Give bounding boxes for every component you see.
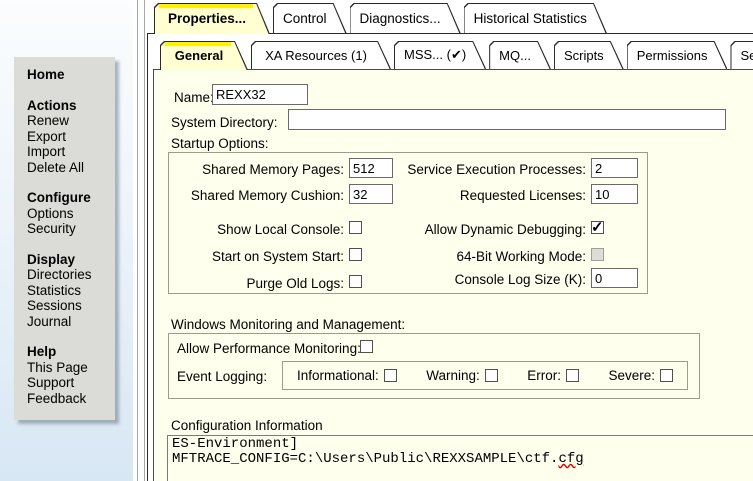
sidebar-item-security[interactable]: Security xyxy=(27,221,113,237)
allow-dynamic-debugging-label: Allow Dynamic Debugging: xyxy=(392,222,586,237)
start-on-system-start-label: Start on System Start: xyxy=(168,249,344,264)
sidebar-item-home[interactable]: Home xyxy=(27,67,113,83)
event-level-severe: Severe: xyxy=(608,368,673,383)
sidebar-item-export[interactable]: Export xyxy=(27,129,113,145)
informational-label: Informational: xyxy=(297,368,379,383)
tab-security[interactable]: Security xyxy=(730,41,753,69)
selected-tab-highlight xyxy=(165,42,231,46)
sidebar-item-renew[interactable]: Renew xyxy=(27,113,113,129)
sidebar-item-delete-all[interactable]: Delete All xyxy=(27,160,113,176)
sidebar-header-configure: Configure xyxy=(27,190,113,206)
error-label: Error: xyxy=(527,368,561,383)
tab-historical-statistics[interactable]: Historical Statistics xyxy=(464,3,607,33)
sidebar-item-feedback[interactable]: Feedback xyxy=(27,391,113,407)
service-execution-processes-label: Service Execution Processes: xyxy=(392,162,586,177)
system-directory-label: System Directory: xyxy=(171,115,278,130)
sidebar-item-options[interactable]: Options xyxy=(27,206,113,222)
tab-diagnostics[interactable]: Diagnostics... xyxy=(350,3,461,33)
sidebar-header-display: Display xyxy=(27,252,113,268)
warning-checkbox[interactable] xyxy=(485,369,498,382)
tab-permissions-label: Permissions xyxy=(637,48,708,63)
shared-memory-cushion-label: Shared Memory Cushion: xyxy=(168,188,344,203)
shared-memory-pages-input[interactable] xyxy=(349,158,393,178)
error-checkbox[interactable] xyxy=(566,369,579,382)
severe-checkbox[interactable] xyxy=(660,369,673,382)
service-execution-processes-input[interactable] xyxy=(591,158,638,178)
console-log-size-input[interactable] xyxy=(591,268,638,288)
shared-memory-cushion-input[interactable] xyxy=(349,184,393,204)
tab-diagnostics-label: Diagnostics... xyxy=(360,11,441,26)
severe-label: Severe: xyxy=(608,368,655,383)
name-input[interactable] xyxy=(212,84,308,105)
page: Home Actions Renew Export Import Delete … xyxy=(0,0,753,481)
sidebar-item-support[interactable]: Support xyxy=(27,375,113,391)
sidebar-item-directories[interactable]: Directories xyxy=(27,267,113,283)
selected-tab-highlight xyxy=(159,4,253,8)
sidebar-header-help: Help xyxy=(27,344,113,360)
start-on-system-start-checkbox[interactable] xyxy=(349,248,362,261)
sidebar-item-import[interactable]: Import xyxy=(27,144,113,160)
informational-checkbox[interactable] xyxy=(384,369,397,382)
config-line-text: MFTRACE_CONFIG=C:\Users\Public\REXXSAMPL… xyxy=(172,451,558,467)
event-level-warning: Warning: xyxy=(426,368,498,383)
allow-performance-monitoring-label: Allow Performance Monitoring: xyxy=(177,341,361,356)
sidebar-item-this-page[interactable]: This Page xyxy=(27,360,113,376)
show-local-console-label: Show Local Console: xyxy=(168,222,344,237)
config-misspelled-word: cfg xyxy=(558,451,583,467)
tab-general-label: General xyxy=(175,48,223,63)
startup-options-label: Startup Options: xyxy=(171,136,269,151)
tab-mss-label: MSS... (✔) xyxy=(404,47,466,63)
sidebar-item-journal[interactable]: Journal xyxy=(27,314,113,330)
sidebar-item-sessions[interactable]: Sessions xyxy=(27,298,113,314)
sidebar-item-statistics[interactable]: Statistics xyxy=(27,283,113,299)
name-label: Name: xyxy=(174,90,214,105)
allow-performance-monitoring-checkbox[interactable] xyxy=(360,340,373,353)
config-line: ES-Environment] xyxy=(172,437,753,452)
sidebar-header-actions: Actions xyxy=(27,98,113,114)
event-level-error: Error: xyxy=(527,368,579,383)
config-line: MFTRACE_CONFIG=C:\Users\Public\REXXSAMPL… xyxy=(172,452,753,467)
event-level-informational: Informational: xyxy=(297,368,397,383)
properties-tab-bar: General XA Resources (1) MSS... (✔) MQ..… xyxy=(160,41,753,70)
configuration-information-label: Configuration Information xyxy=(171,418,323,433)
purge-old-logs-label: Purge Old Logs: xyxy=(168,276,344,291)
requested-licenses-label: Requested Licenses: xyxy=(392,188,586,203)
64-bit-working-mode-checkbox xyxy=(591,248,604,261)
allow-dynamic-debugging-checkbox[interactable] xyxy=(591,221,604,234)
event-logging-label: Event Logging: xyxy=(177,369,267,384)
tab-xa-resources[interactable]: XA Resources (1) xyxy=(251,41,391,69)
tab-historical-statistics-label: Historical Statistics xyxy=(474,11,587,26)
tab-properties[interactable]: Properties... xyxy=(154,3,270,34)
tab-mq[interactable]: MQ... xyxy=(489,41,551,69)
tab-security-label: Security xyxy=(740,48,753,63)
sidebar: Home Actions Renew Export Import Delete … xyxy=(14,57,115,420)
tab-general[interactable]: General xyxy=(160,41,248,70)
tab-mss[interactable]: MSS... (✔) xyxy=(394,41,486,69)
requested-licenses-input[interactable] xyxy=(591,184,638,204)
warning-label: Warning: xyxy=(426,368,480,383)
windows-monitoring-label: Windows Monitoring and Management: xyxy=(171,317,405,332)
tab-scripts-label: Scripts xyxy=(564,48,604,63)
tab-control-label: Control xyxy=(283,11,327,26)
tab-mq-label: MQ... xyxy=(499,48,531,63)
64-bit-working-mode-label: 64-Bit Working Mode: xyxy=(392,249,586,264)
show-local-console-checkbox[interactable] xyxy=(349,221,362,234)
system-directory-input[interactable] xyxy=(288,109,726,130)
tab-scripts[interactable]: Scripts xyxy=(554,41,624,69)
primary-tab-bar: Properties... Control Diagnostics... His… xyxy=(154,3,610,34)
tab-properties-label: Properties... xyxy=(168,11,246,26)
configuration-information-textarea[interactable]: ES-Environment] MFTRACE_CONFIG=C:\Users\… xyxy=(167,435,753,481)
shared-memory-pages-label: Shared Memory Pages: xyxy=(168,162,344,177)
purge-old-logs-checkbox[interactable] xyxy=(349,275,362,288)
frame-divider-line xyxy=(144,0,145,481)
frame-divider-line xyxy=(137,0,138,481)
event-logging-box: Informational: Warning: Error: Severe: xyxy=(282,361,688,390)
console-log-size-label: Console Log Size (K): xyxy=(392,272,586,287)
tab-xa-resources-label: XA Resources (1) xyxy=(265,48,367,63)
tab-permissions[interactable]: Permissions xyxy=(627,41,728,69)
tab-control[interactable]: Control xyxy=(273,3,347,33)
